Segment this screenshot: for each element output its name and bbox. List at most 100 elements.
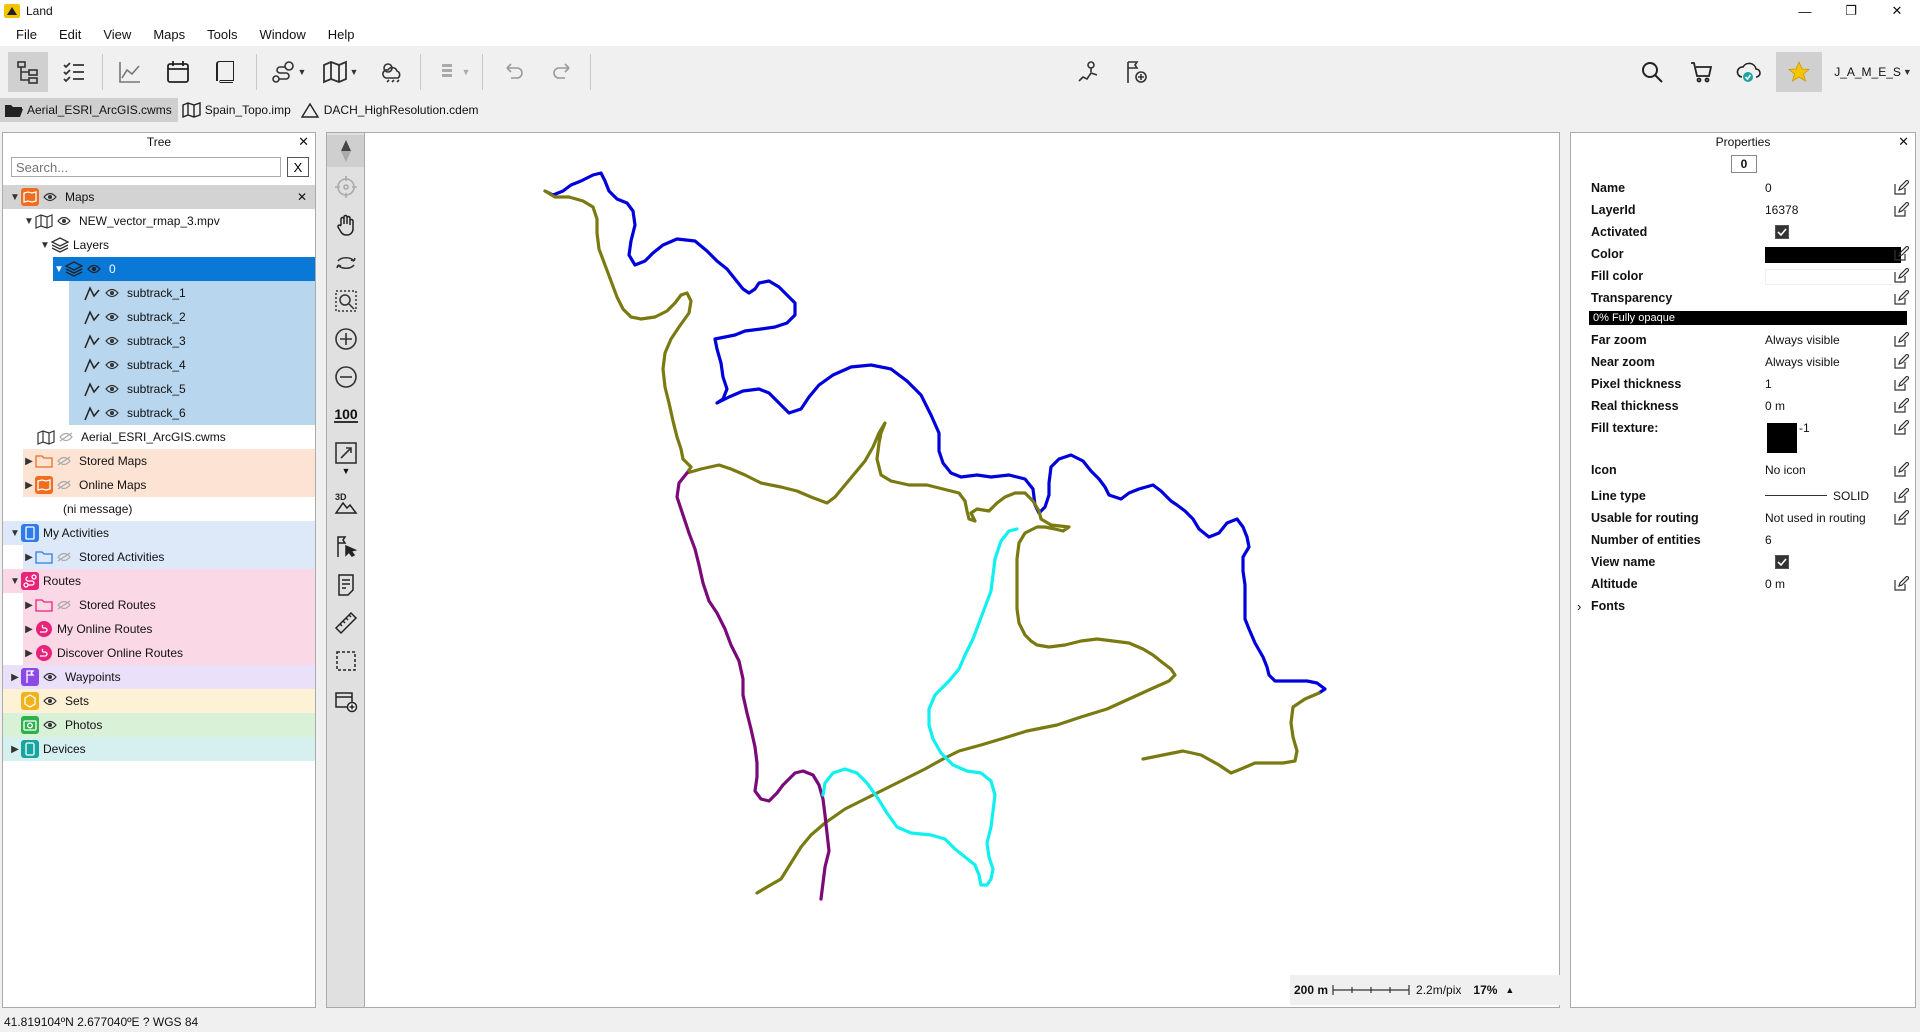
activated-checkbox[interactable] bbox=[1775, 224, 1789, 240]
tree-panel-close-button[interactable]: ✕ bbox=[298, 133, 309, 151]
expand-fonts-icon[interactable]: › bbox=[1577, 599, 1581, 614]
visibility-eye-icon[interactable] bbox=[105, 360, 119, 370]
file-tab-spain-topo[interactable]: Spain_Topo.imp bbox=[178, 98, 297, 122]
transparency-bar[interactable]: 0% Fully opaque bbox=[1589, 311, 1907, 325]
measure-button[interactable] bbox=[327, 607, 365, 639]
visibility-eye-icon[interactable] bbox=[105, 336, 119, 346]
tree-item-online-maps[interactable]: ▶ Online Maps bbox=[23, 473, 315, 497]
select-waypoint-button[interactable] bbox=[327, 531, 365, 563]
menu-maps[interactable]: Maps bbox=[145, 27, 199, 42]
menu-edit[interactable]: Edit bbox=[51, 27, 95, 42]
zoom-menu-arrow-icon[interactable]: ▲ bbox=[1505, 985, 1514, 995]
tree-item-discover-online-routes[interactable]: ▶ Discover Online Routes bbox=[23, 641, 315, 665]
collapse-arrow-icon[interactable]: ▼ bbox=[23, 216, 35, 227]
expand-arrow-icon[interactable]: ▶ bbox=[9, 672, 21, 683]
search-button[interactable] bbox=[1632, 52, 1672, 92]
map-tools-dropdown[interactable]: ▼ bbox=[316, 52, 364, 92]
collapse-arrow-icon[interactable]: ▼ bbox=[9, 576, 21, 587]
edit-icon[interactable] bbox=[1893, 289, 1910, 306]
tree-item-layer-0[interactable]: ▼ 0 bbox=[53, 257, 315, 281]
edit-icon[interactable] bbox=[1893, 201, 1910, 218]
navigate-route-button[interactable] bbox=[1068, 52, 1108, 92]
menu-tools[interactable]: Tools bbox=[199, 27, 251, 42]
expand-arrow-icon[interactable]: ▶ bbox=[23, 552, 35, 563]
user-menu[interactable]: J_A_M_E_S ▼ bbox=[1830, 52, 1916, 92]
menu-file[interactable]: File bbox=[8, 27, 51, 42]
collapse-arrow-icon[interactable]: ▼ bbox=[9, 192, 21, 203]
visibility-eye-icon[interactable] bbox=[105, 312, 119, 322]
visibility-eye-icon[interactable] bbox=[43, 192, 57, 202]
tree-item-sets[interactable]: Sets bbox=[3, 689, 315, 713]
tree-item-maps[interactable]: ▼ Maps ✕ bbox=[3, 185, 315, 209]
north-up-button[interactable] bbox=[327, 135, 365, 167]
layers-dropdown-button[interactable]: ▼ bbox=[430, 52, 474, 92]
track-line-blue[interactable] bbox=[543, 171, 1327, 695]
edit-icon[interactable] bbox=[1893, 419, 1910, 436]
visibility-eye-icon[interactable] bbox=[105, 288, 119, 298]
tree-item-stored-activities[interactable]: ▶ Stored Activities bbox=[23, 545, 315, 569]
tree-item-routes[interactable]: ▼ Routes bbox=[3, 569, 315, 593]
tree-item-devices[interactable]: ▶ Devices bbox=[3, 737, 315, 761]
tree-item-my-activities[interactable]: ▼ My Activities bbox=[3, 521, 315, 545]
visibility-eye-icon[interactable] bbox=[87, 264, 101, 274]
visibility-eye-icon[interactable] bbox=[57, 216, 71, 226]
calendar-button[interactable] bbox=[158, 52, 198, 92]
collapse-arrow-icon[interactable]: ▼ bbox=[39, 240, 51, 251]
tree-item-subtrack[interactable]: subtrack_6 bbox=[69, 401, 315, 425]
menu-window[interactable]: Window bbox=[251, 27, 319, 42]
restore-button[interactable]: ❐ bbox=[1828, 0, 1874, 22]
tree-item-stored-routes[interactable]: ▶ Stored Routes bbox=[23, 593, 315, 617]
cloud-sync-button[interactable] bbox=[1728, 52, 1768, 92]
tree-item-stored-maps[interactable]: ▶ Stored Maps bbox=[23, 449, 315, 473]
tree-view-button[interactable] bbox=[8, 52, 48, 92]
edit-icon[interactable] bbox=[1893, 397, 1910, 414]
track-line-cyan[interactable] bbox=[821, 527, 1019, 887]
edit-icon[interactable] bbox=[1893, 353, 1910, 370]
edit-icon[interactable] bbox=[1893, 179, 1910, 196]
tree-item-subtrack[interactable]: subtrack_3 bbox=[69, 329, 315, 353]
store-button[interactable] bbox=[1682, 52, 1722, 92]
edit-icon[interactable] bbox=[1893, 487, 1910, 504]
expand-arrow-icon[interactable]: ▶ bbox=[23, 600, 35, 611]
visibility-eye-icon[interactable] bbox=[57, 480, 71, 490]
tree-search-input[interactable] bbox=[11, 157, 281, 177]
track-line-olive-branch[interactable] bbox=[1141, 691, 1321, 775]
tree-item-subtrack[interactable]: subtrack_4 bbox=[69, 353, 315, 377]
notes-button[interactable] bbox=[327, 569, 365, 601]
color-swatch[interactable] bbox=[1765, 247, 1901, 263]
rotate-button[interactable] bbox=[327, 247, 365, 279]
collapse-arrow-icon[interactable]: ▼ bbox=[9, 528, 21, 539]
profile-chart-button[interactable] bbox=[110, 52, 150, 92]
close-maps-icon[interactable]: ✕ bbox=[297, 190, 307, 204]
file-tab-aerial[interactable]: Aerial_ESRI_ArcGIS.cwms bbox=[0, 98, 178, 122]
logbook-button[interactable] bbox=[206, 52, 246, 92]
fill-color-swatch[interactable] bbox=[1765, 269, 1901, 285]
weather-button[interactable] bbox=[372, 52, 412, 92]
tree-item-subtrack[interactable]: subtrack_1 bbox=[69, 281, 315, 305]
edit-icon[interactable] bbox=[1893, 509, 1910, 526]
tree-item-photos[interactable]: Photos bbox=[3, 713, 315, 737]
track-line-olive[interactable] bbox=[543, 189, 1177, 895]
visibility-eye-icon[interactable] bbox=[43, 696, 57, 706]
pan-button[interactable] bbox=[327, 209, 365, 241]
zoom-window-button[interactable] bbox=[327, 285, 365, 317]
minimize-button[interactable]: — bbox=[1782, 0, 1828, 22]
map-view[interactable]: 200 m 2.2m/pix 17% ▲ bbox=[364, 132, 1560, 1008]
expand-arrow-icon[interactable]: ▶ bbox=[23, 456, 35, 467]
zoom-out-button[interactable] bbox=[327, 361, 365, 393]
visibility-eye-icon[interactable] bbox=[57, 456, 71, 466]
edit-icon[interactable] bbox=[1893, 375, 1910, 392]
expand-arrow-icon[interactable]: ▶ bbox=[23, 624, 35, 635]
properties-close-button[interactable]: ✕ bbox=[1898, 133, 1909, 151]
tree-item-subtrack[interactable]: subtrack_2 bbox=[69, 305, 315, 329]
collapse-arrow-icon[interactable]: ▼ bbox=[53, 264, 65, 275]
favorites-button[interactable] bbox=[1776, 52, 1822, 92]
expand-arrow-icon[interactable]: ▶ bbox=[23, 480, 35, 491]
tree-item-my-online-routes[interactable]: ▶ My Online Routes bbox=[23, 617, 315, 641]
tree-item-subtrack[interactable]: subtrack_5 bbox=[69, 377, 315, 401]
fill-texture-swatch[interactable] bbox=[1767, 423, 1797, 453]
prop-fonts[interactable]: › Fonts bbox=[1571, 595, 1915, 617]
track-line-purple[interactable] bbox=[675, 471, 831, 901]
file-tab-dach[interactable]: DACH_HighResolution.cdem bbox=[297, 98, 485, 122]
view-3d-button[interactable]: 3D bbox=[327, 487, 365, 519]
